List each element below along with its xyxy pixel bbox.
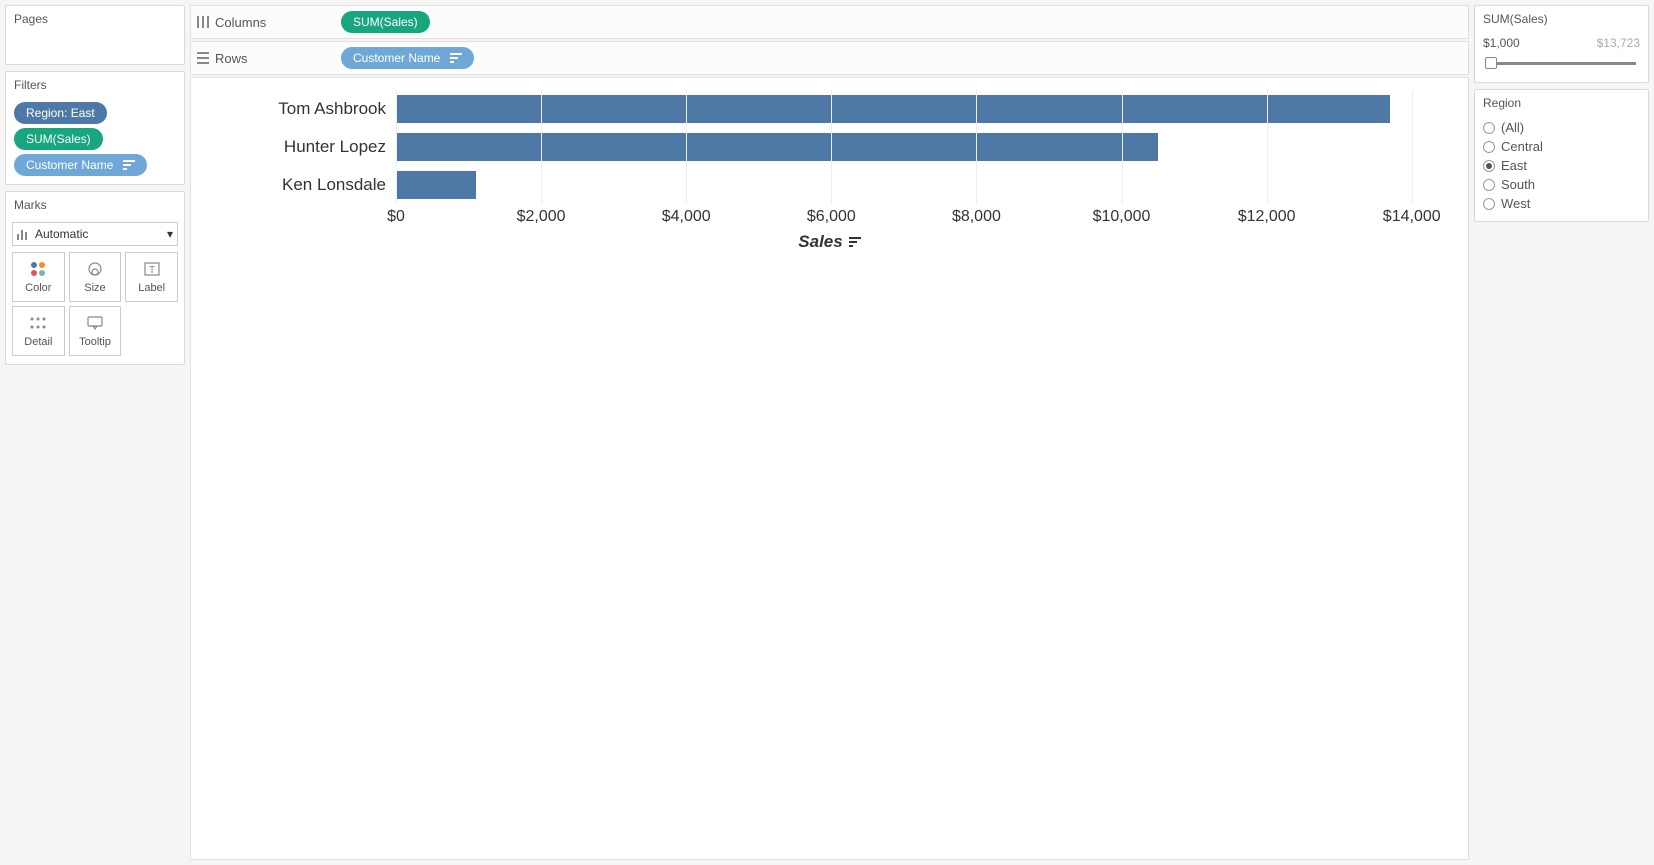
region-filter-card: Region (All) Central East South West (1474, 89, 1649, 222)
sum-sales-slider[interactable] (1483, 56, 1640, 72)
filters-title: Filters (6, 72, 184, 98)
radio-icon (1483, 179, 1495, 191)
chart-category-label: Tom Ashbrook (211, 99, 396, 119)
slider-min-label: $1,000 (1483, 36, 1520, 50)
mark-type-label: Automatic (35, 227, 88, 241)
axis-tick-label: $14,000 (1383, 208, 1441, 226)
region-option-label: West (1501, 196, 1530, 211)
marks-title: Marks (6, 192, 184, 218)
region-radio-option[interactable]: West (1483, 194, 1640, 213)
bar-chart-icon (17, 228, 29, 240)
region-radio-option[interactable]: East (1483, 156, 1640, 175)
sum-sales-filter-title: SUM(Sales) (1475, 6, 1648, 32)
bar-chart: Tom Ashbrook Hunter Lopez Ken Lonsdale $0 $2… (211, 90, 1448, 252)
pages-shelf[interactable]: Pages (5, 5, 185, 65)
radio-icon (1483, 198, 1495, 210)
marks-color-button[interactable]: Color (12, 252, 65, 302)
region-option-label: South (1501, 177, 1535, 192)
filter-pill-region[interactable]: Region: East (14, 102, 107, 124)
chart-bar[interactable] (396, 133, 1158, 161)
marks-size-button[interactable]: Size (69, 252, 122, 302)
region-radio-option[interactable]: South (1483, 175, 1640, 194)
detail-icon (30, 314, 46, 332)
columns-icon (197, 16, 209, 28)
region-filter-title: Region (1475, 90, 1648, 116)
size-icon (86, 260, 104, 278)
columns-shelf[interactable]: Columns SUM(Sales) (190, 5, 1469, 39)
chart-bar-area (396, 166, 1448, 204)
axis-tick-label: $12,000 (1238, 208, 1296, 226)
region-radio-option[interactable]: Central (1483, 137, 1640, 156)
region-option-label: East (1501, 158, 1527, 173)
sort-descending-icon (849, 237, 861, 247)
color-icon (30, 260, 46, 278)
chevron-down-icon: ▾ (167, 227, 173, 241)
chart-x-axis: $0$2,000$4,000$6,000$8,000$10,000$12,000… (396, 208, 1448, 228)
chart-category-label: Ken Lonsdale (211, 175, 396, 195)
chart-bar-area (396, 128, 1448, 166)
rows-icon (197, 52, 209, 64)
axis-tick-label: $2,000 (517, 208, 566, 226)
filter-pill-label: SUM(Sales) (26, 132, 91, 146)
visualization-area[interactable]: Tom Ashbrook Hunter Lopez Ken Lonsdale $0 $2… (190, 77, 1469, 860)
slider-handle[interactable] (1485, 57, 1497, 69)
axis-tick-label: $4,000 (662, 208, 711, 226)
svg-text:T: T (149, 265, 155, 276)
region-option-label: Central (1501, 139, 1543, 154)
filter-pill-label: Customer Name (26, 158, 113, 172)
marks-card: Marks Automatic ▾ (5, 191, 185, 365)
filters-shelf[interactable]: Filters Region: East SUM(Sales) Customer… (5, 71, 185, 185)
mark-type-dropdown[interactable]: Automatic ▾ (12, 222, 178, 246)
radio-icon (1483, 141, 1495, 153)
tooltip-icon (87, 314, 103, 332)
marks-label-button[interactable]: T Label (125, 252, 178, 302)
axis-tick-label: $8,000 (952, 208, 1001, 226)
chart-category-label: Hunter Lopez (211, 137, 396, 157)
axis-tick-label: $6,000 (807, 208, 856, 226)
chart-row: Tom Ashbrook (211, 90, 1448, 128)
marks-tooltip-button[interactable]: Tooltip (69, 306, 122, 356)
filter-pill-customer-name[interactable]: Customer Name (14, 154, 147, 176)
chart-row: Ken Lonsdale (211, 166, 1448, 204)
region-option-label: (All) (1501, 120, 1524, 135)
chart-bar-area (396, 90, 1448, 128)
rows-shelf[interactable]: Rows Customer Name (190, 41, 1469, 75)
chart-bar[interactable] (396, 171, 476, 199)
filter-pill-sum-sales[interactable]: SUM(Sales) (14, 128, 103, 150)
slider-max-label: $13,723 (1597, 36, 1640, 50)
pages-title: Pages (6, 6, 184, 32)
rows-label: Rows (215, 51, 248, 66)
chart-x-axis-label: Sales (211, 232, 1448, 252)
columns-pill-sum-sales[interactable]: SUM(Sales) (341, 11, 430, 33)
region-radio-option[interactable]: (All) (1483, 118, 1640, 137)
chart-bar[interactable] (396, 95, 1390, 123)
rows-pill-customer-name[interactable]: Customer Name (341, 47, 474, 69)
axis-tick-label: $10,000 (1093, 208, 1151, 226)
filter-pill-label: Region: East (26, 106, 95, 120)
columns-label: Columns (215, 15, 266, 30)
chart-row: Hunter Lopez (211, 128, 1448, 166)
marks-detail-button[interactable]: Detail (12, 306, 65, 356)
sort-descending-icon (123, 160, 135, 170)
radio-icon (1483, 122, 1495, 134)
label-icon: T (144, 260, 160, 278)
sum-sales-filter-card: SUM(Sales) $1,000 $13,723 (1474, 5, 1649, 83)
axis-tick-label: $0 (387, 208, 405, 226)
radio-icon (1483, 160, 1495, 172)
sort-descending-icon (450, 53, 462, 63)
